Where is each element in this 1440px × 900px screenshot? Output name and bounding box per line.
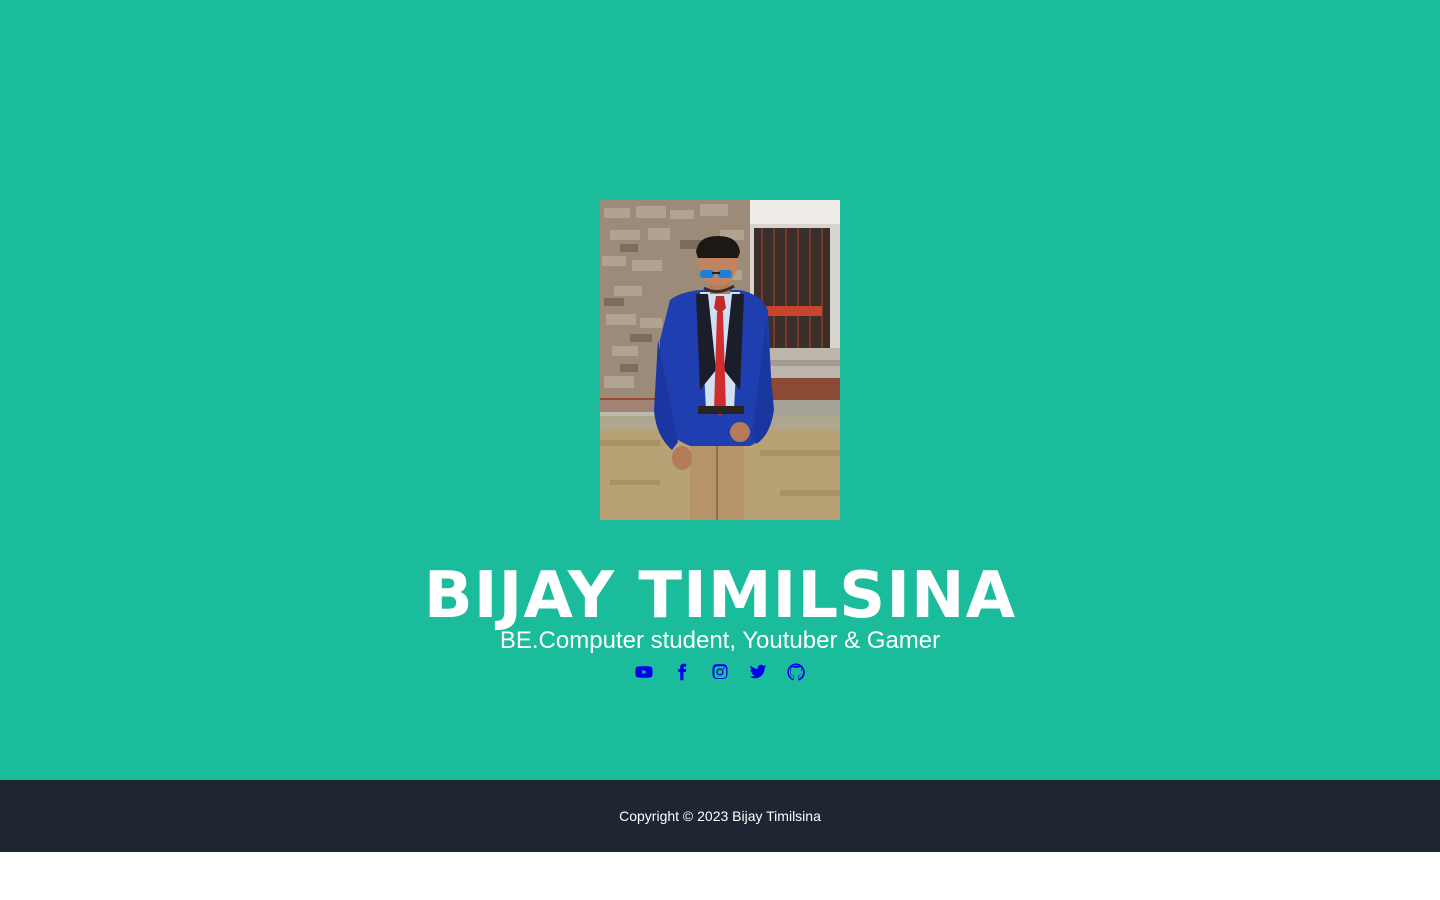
github-link[interactable] xyxy=(787,663,805,681)
profile-name: BIJAY TIMILSINA xyxy=(423,559,1017,633)
social-links xyxy=(0,660,1440,684)
profile-tagline: BE.Computer student, Youtuber & Gamer xyxy=(499,627,941,654)
instagram-link[interactable] xyxy=(711,663,729,681)
instagram-icon xyxy=(712,664,728,680)
facebook-link[interactable] xyxy=(673,663,691,681)
copyright-text: Copyright © 2023 Bijay Timilsina xyxy=(619,808,821,824)
hero-section: BIJAY TIMILSINA BE.Computer student, You… xyxy=(0,0,1440,780)
youtube-icon xyxy=(635,666,653,678)
footer: Copyright © 2023 Bijay Timilsina xyxy=(0,780,1440,852)
facebook-icon xyxy=(678,663,687,681)
twitter-icon xyxy=(749,664,767,679)
profile-photo xyxy=(600,200,840,520)
github-icon xyxy=(787,663,805,681)
youtube-link[interactable] xyxy=(635,663,653,681)
twitter-link[interactable] xyxy=(749,663,767,681)
